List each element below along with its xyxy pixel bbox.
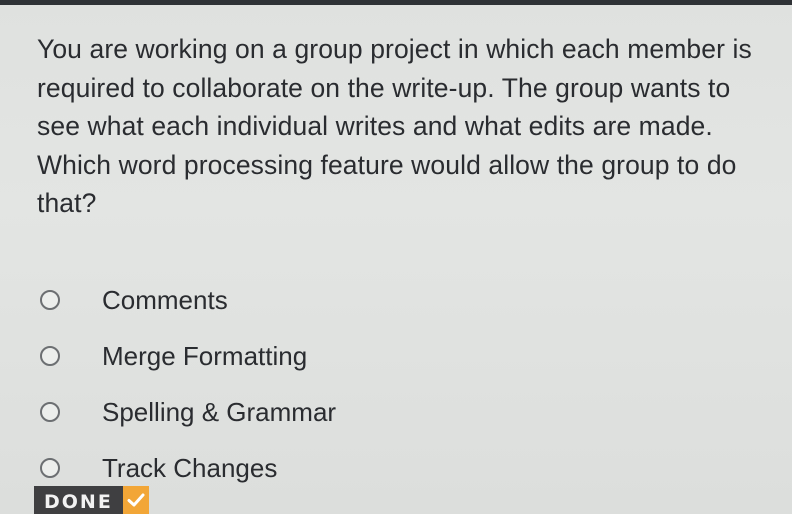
option-comments[interactable]: Comments — [40, 272, 336, 328]
option-label: Spelling & Grammar — [102, 396, 337, 427]
done-button[interactable]: DONE — [34, 486, 149, 514]
question-text: You are working on a group project in wh… — [37, 34, 752, 218]
option-merge-formatting[interactable]: Merge Formatting — [40, 328, 336, 384]
radio-button[interactable] — [40, 402, 60, 422]
option-label: Merge Formatting — [102, 340, 308, 371]
checkmark-icon — [122, 486, 149, 514]
option-label: Track Changes — [102, 452, 278, 483]
option-label: Comments — [102, 284, 228, 315]
radio-button[interactable] — [40, 346, 60, 366]
radio-button[interactable] — [40, 458, 60, 478]
top-bar — [0, 0, 792, 5]
done-label: DONE — [34, 486, 123, 514]
option-spelling-grammar[interactable]: Spelling & Grammar — [40, 384, 336, 440]
radio-button[interactable] — [40, 290, 60, 310]
answer-options: Comments Merge Formatting Spelling & Gra… — [40, 272, 336, 496]
